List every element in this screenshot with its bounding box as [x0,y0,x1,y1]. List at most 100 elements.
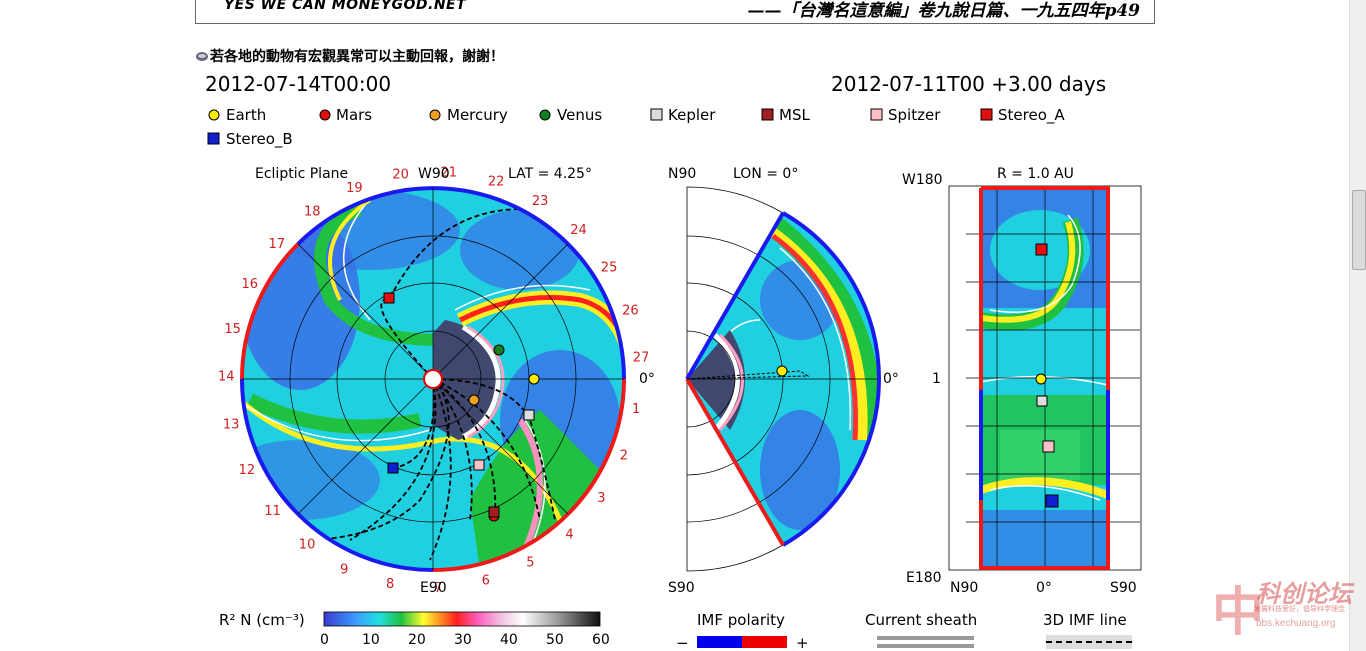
rotation-label-2: 2 [620,449,628,464]
kepler-marker-radial [1036,395,1048,407]
legend-spitzer-label: Spitzer [888,106,941,124]
earth-marker [528,373,540,385]
colorbar: R² N (cm⁻³) 0 10 20 30 40 50 60 [219,611,610,648]
rotation-label-27: 27 [633,351,650,366]
rotation-label-3: 3 [597,491,605,506]
rotation-label-20: 20 [392,168,409,183]
legend-kepler-icon [650,108,663,121]
colorbar-tick-50: 50 [546,632,564,648]
legend-stereo-b-icon [207,132,220,145]
sheath-title: Current sheath [865,611,977,629]
imfline-title: 3D IMF line [1043,611,1127,629]
rotation-label-24: 24 [570,223,587,238]
meridional-top-label: N90 [668,166,696,182]
venus-marker [493,344,505,356]
rotation-label-26: 26 [622,304,639,319]
legend-stereo-b-label: Stereo_B [226,130,293,149]
colorbar-tick-0: 0 [320,632,329,648]
radial-bottom-zero: 0° [1036,580,1052,596]
colorbar-tick-60: 60 [592,632,610,648]
rotation-label-15: 15 [224,322,241,337]
earth-marker-meridional [776,365,788,377]
ecliptic-panel: 1234567891011121314151617181920 212223242… [218,166,655,597]
stereo-b-marker [387,462,399,474]
ecliptic-bottom-label: E90 [420,580,447,596]
watermark: 中 科创论坛 发展科技爱好，倡导科学理念 bbs.kechuang.org [1212,568,1362,643]
stereo-a-marker [383,292,395,304]
legend-mars-icon [319,109,331,121]
radial-bottom-n90: N90 [950,580,978,596]
legend-mars-label: Mars [336,106,372,124]
rotation-label-8: 8 [386,577,394,592]
rotation-label-25: 25 [601,260,618,275]
scrollbar-thumb[interactable] [1352,190,1366,270]
ecliptic-right-label: 0° [639,371,655,387]
rotation-label-16: 16 [242,277,259,292]
rotation-label-19: 19 [346,181,363,196]
spitzer-marker [473,459,485,471]
stereo-b-marker-radial [1045,494,1059,508]
rotation-label-5: 5 [526,555,534,570]
mercury-marker [468,394,480,406]
current-sheath-legend: Current sheath [865,611,977,648]
imf-positive-bar [742,636,787,648]
msl-marker [488,506,500,518]
kepler-marker [523,409,535,421]
colorbar-title: R² N (cm⁻³) [219,611,305,629]
legend-earth-icon [208,109,220,121]
legend-spitzer-icon [870,108,883,121]
stereo-a-marker-radial [1035,243,1048,256]
legend: Earth Mars Mercury Venus Kepler MSL Spit… [207,106,1065,149]
enlil-plot-image: 1234567891011121314151617181920 212223242… [205,72,1142,651]
legend-stereo-a-label: Stereo_A [998,106,1065,125]
legend-earth-label: Earth [226,106,266,124]
rotation-label-11: 11 [264,504,281,519]
legend-mercury-icon [429,109,441,121]
rotation-label-17: 17 [269,237,286,252]
spitzer-marker-radial [1042,440,1055,453]
ecliptic-title: Ecliptic Plane [255,166,348,182]
meridional-lon-label: LON = 0° [733,166,798,182]
radial-bottom-s90: S90 [1110,580,1137,596]
legend-venus-label: Venus [557,106,602,124]
colorbar-tick-40: 40 [500,632,518,648]
legend-msl-icon [761,108,774,121]
colorbar-tick-30: 30 [454,632,472,648]
legend-stereo-a-icon [980,108,993,121]
vertical-scrollbar[interactable] [1349,0,1366,651]
rotation-label-12: 12 [239,463,256,478]
imf-minus: − [676,634,689,651]
meridional-right-label: 0° [883,371,899,387]
rotation-label-9: 9 [340,562,348,577]
imf-line-legend: 3D IMF line [1043,611,1132,649]
legend-msl-label: MSL [779,106,810,124]
rotation-label-18: 18 [304,205,321,220]
ecliptic-top-label: W90 [418,166,450,182]
rotation-label-10: 10 [299,538,316,553]
radial-bottom-left: E180 [906,570,942,586]
meridional-panel: N90 LON = 0° S90 0° [668,166,899,596]
run-label: 2012-07-11T00 +3.00 days [831,72,1106,96]
legend-kepler-label: Kepler [668,106,716,124]
radial-top-left: W180 [902,172,943,188]
radial-mid-left: 1 [932,371,941,387]
rotation-label-6: 6 [482,573,490,588]
rotation-label-4: 4 [565,527,573,542]
rotation-label-14: 14 [218,370,235,385]
imf-polarity-legend: IMF polarity − + [676,611,809,651]
earth-marker-radial [1035,373,1047,385]
ecliptic-lat-label: LAT = 4.25° [508,166,592,182]
time-label: 2012-07-14T00:00 [205,72,391,96]
watermark-slogan: 发展科技爱好，倡导科学理念 [1254,606,1345,613]
legend-mercury-label: Mercury [447,106,508,124]
rotation-label-13: 13 [223,418,240,433]
radial-r-label: R = 1.0 AU [997,166,1074,182]
radial-panel: R = 1.0 AU W180 E180 1 N90 0° S90 [902,166,1142,596]
watermark-url: bbs.kechuang.org [1256,618,1336,629]
imf-plus: + [796,634,809,651]
imf-title: IMF polarity [697,611,785,629]
colorbar-tick-10: 10 [362,632,380,648]
meridional-bottom-label: S90 [668,580,695,596]
imf-negative-bar [697,636,742,648]
rotation-label-23: 23 [532,194,549,209]
